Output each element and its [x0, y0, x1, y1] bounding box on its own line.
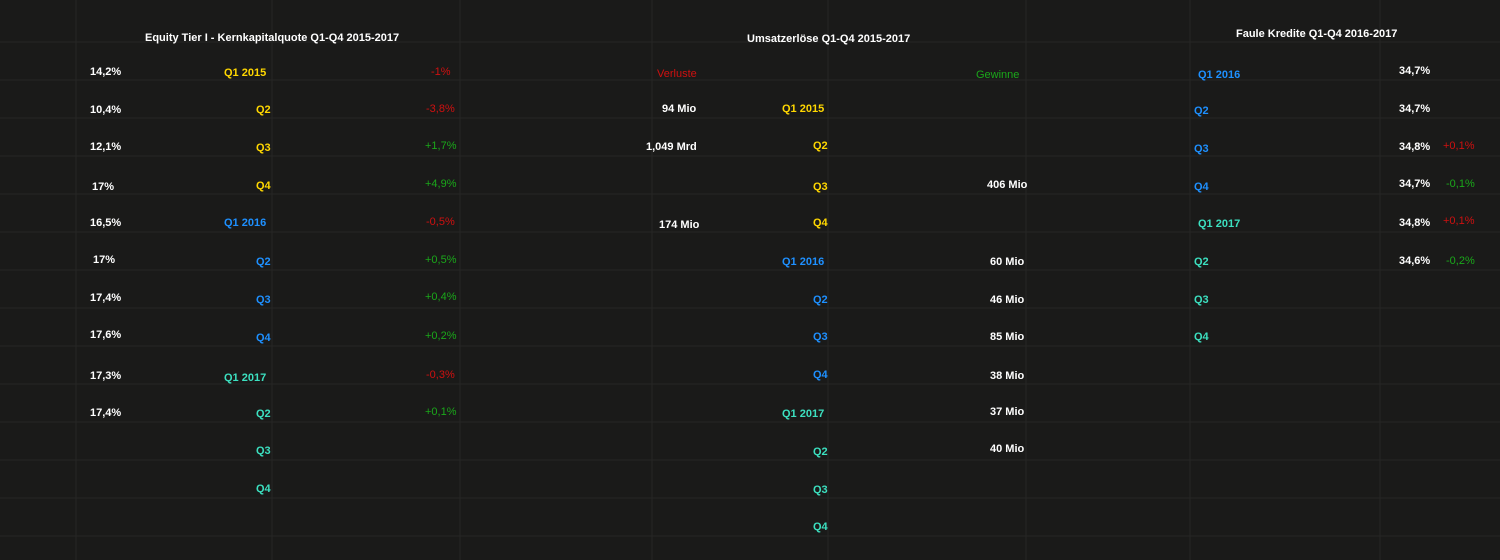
faule-quarter: Q3 — [1194, 294, 1209, 306]
faule-change: +0,1% — [1443, 215, 1475, 227]
equity-value: 12,1% — [90, 141, 122, 153]
equity-change: +1,7% — [425, 140, 457, 152]
losses-label: Verluste — [657, 68, 697, 80]
equity-quarter: Q1 2017 — [224, 372, 267, 384]
faule-change: +0,1% — [1443, 140, 1475, 152]
gain-value: 40 Mio — [990, 443, 1025, 455]
faule-change: -0,1% — [1446, 178, 1475, 190]
umsatz-quarter: Q1 2017 — [782, 408, 825, 420]
equity-change: +0,4% — [425, 291, 457, 303]
equity-value: 17,4% — [90, 407, 122, 419]
faule-quarter: Q3 — [1194, 143, 1209, 155]
equity-value: 14,2% — [90, 66, 122, 78]
equity-value: 17,6% — [90, 329, 122, 341]
gain-value: 38 Mio — [990, 370, 1025, 382]
equity-quarter: Q3 — [256, 445, 271, 457]
equity-change: -0,5% — [426, 216, 455, 228]
gain-value: 46 Mio — [990, 294, 1025, 306]
equity-quarter: Q2 — [256, 256, 271, 268]
equity-change: +0,2% — [425, 330, 457, 342]
equity-change: +0,5% — [425, 254, 457, 266]
faule-quarter: Q2 — [1194, 105, 1209, 117]
equity-change: -1% — [431, 66, 451, 78]
umsatz-quarter: Q3 — [813, 331, 828, 343]
gain-value: 85 Mio — [990, 331, 1025, 343]
faule-quarter: Q1 2016 — [1198, 69, 1241, 81]
faule-value: 34,7% — [1399, 65, 1431, 77]
faule-value: 34,8% — [1399, 217, 1431, 229]
gains-label: Gewinne — [976, 69, 1020, 81]
equity-quarter: Q4 — [256, 332, 271, 344]
loss-value: 94 Mio — [662, 103, 697, 115]
equity-value: 17% — [93, 254, 116, 266]
umsatz-quarter: Q3 — [813, 484, 828, 496]
equity-quarter: Q3 — [256, 294, 271, 306]
equity-value: 17,3% — [90, 370, 122, 382]
umsatz-quarter: Q4 — [813, 369, 828, 381]
equity-quarter: Q1 2015 — [224, 67, 267, 79]
gain-value: 60 Mio — [990, 256, 1025, 268]
faule-value: 34,8% — [1399, 141, 1431, 153]
faule-quarter: Q1 2017 — [1198, 218, 1241, 230]
umsatz-quarter: Q2 — [813, 140, 828, 152]
faule-value: 34,6% — [1399, 255, 1431, 267]
umsatz-quarter: Q2 — [813, 294, 828, 306]
equity-quarter: Q3 — [256, 142, 271, 154]
equity-value: 16,5% — [90, 217, 122, 229]
umsatz-quarter: Q2 — [813, 446, 828, 458]
equity-change: -3,8% — [426, 103, 455, 115]
loss-value: 174 Mio — [659, 219, 700, 231]
umsatz-quarter: Q3 — [813, 181, 828, 193]
umsatz-quarter: Q4 — [813, 521, 828, 533]
equity-quarter: Q2 — [256, 408, 271, 420]
equity-quarter: Q4 — [256, 180, 271, 192]
faule-quarter: Q4 — [1194, 331, 1209, 343]
equity-quarter: Q2 — [256, 104, 271, 116]
background-grid — [0, 0, 1500, 560]
equity-quarter: Q4 — [256, 483, 271, 495]
faule-quarter: Q4 — [1194, 181, 1209, 193]
faule-value: 34,7% — [1399, 103, 1431, 115]
faule-quarter: Q2 — [1194, 256, 1209, 268]
faule-title: Faule Kredite Q1-Q4 2016-2017 — [1236, 28, 1398, 40]
loss-value: 1,049 Mrd — [646, 141, 697, 153]
umsatz-quarter: Q1 2015 — [782, 103, 825, 115]
equity-value: 10,4% — [90, 104, 122, 116]
umsatz-quarter: Q1 2016 — [782, 256, 825, 268]
equity-change: +0,1% — [425, 406, 457, 418]
equity-change: -0,3% — [426, 369, 455, 381]
gain-value: 406 Mio — [987, 179, 1028, 191]
equity-value: 17,4% — [90, 292, 122, 304]
equity-quarter: Q1 2016 — [224, 217, 267, 229]
equity-change: +4,9% — [425, 178, 457, 190]
equity-title: Equity Tier I - Kernkapitalquote Q1-Q4 2… — [145, 32, 400, 44]
gain-value: 37 Mio — [990, 406, 1025, 418]
faule-change: -0,2% — [1446, 255, 1475, 267]
faule-value: 34,7% — [1399, 178, 1431, 190]
umsatz-title: Umsatzerlöse Q1-Q4 2015-2017 — [747, 33, 911, 45]
umsatz-quarter: Q4 — [813, 217, 828, 229]
equity-value: 17% — [92, 181, 115, 193]
